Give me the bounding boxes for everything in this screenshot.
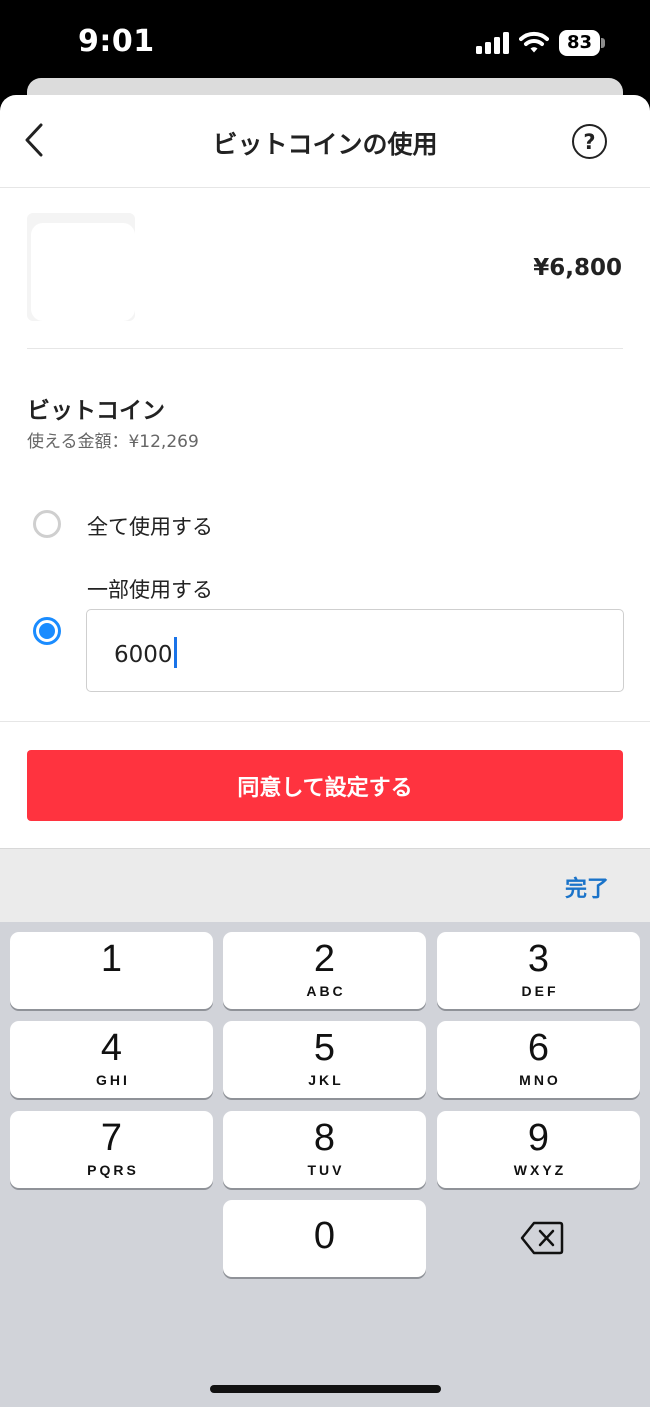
form-divider (0, 721, 650, 722)
radio-use-partial[interactable] (33, 617, 61, 645)
key-7[interactable]: 7 PQRS (10, 1111, 213, 1188)
amount-input[interactable]: 6000 (86, 609, 624, 692)
label-use-partial[interactable]: 一部使用する (87, 574, 213, 604)
question-circle-icon: ? (583, 129, 596, 154)
key-digit: 0 (313, 1215, 336, 1257)
key-digit: 4 (100, 1027, 123, 1069)
agree-and-set-button[interactable]: 同意して設定する (27, 750, 623, 821)
key-letters: GHI (96, 1072, 130, 1088)
status-bar: 9:01 83 (0, 0, 650, 90)
key-1[interactable]: 1 (10, 932, 213, 1009)
label-use-all[interactable]: 全て使用する (87, 511, 213, 541)
key-9[interactable]: 9 WXYZ (437, 1111, 640, 1188)
key-2[interactable]: 2 ABC (223, 932, 426, 1009)
key-letters: TUV (307, 1162, 345, 1178)
home-indicator[interactable] (210, 1385, 441, 1393)
battery-tip (601, 38, 605, 48)
item-thumbnail-cover (31, 223, 135, 321)
done-button[interactable]: 完了 (565, 871, 609, 903)
page-title: ビットコインの使用 (212, 130, 438, 159)
key-letters: JKL (308, 1072, 344, 1088)
item-price: ¥6,800 (533, 255, 622, 281)
key-letters: ABC (306, 983, 346, 999)
key-digit: 9 (527, 1117, 550, 1159)
bitcoin-section-title: ビットコイン (27, 398, 165, 424)
key-0[interactable]: 0 (223, 1200, 426, 1277)
numeric-keypad: 1 2 ABC 3 DEF 4 GHI 5 JKL 6 MNO 7 PQRS 8… (0, 922, 650, 1407)
key-4[interactable]: 4 GHI (10, 1021, 213, 1098)
help-button[interactable]: ? (572, 124, 607, 159)
battery-icon: 83 (559, 30, 605, 56)
key-digit: 7 (100, 1117, 123, 1159)
key-8[interactable]: 8 TUV (223, 1111, 426, 1188)
key-digit: 8 (313, 1117, 336, 1159)
key-letters: WXYZ (513, 1162, 567, 1178)
key-3[interactable]: 3 DEF (437, 932, 640, 1009)
key-letters: DEF (521, 983, 559, 999)
wifi-icon (519, 31, 549, 53)
key-digit: 6 (527, 1027, 550, 1069)
radio-use-all[interactable] (33, 510, 61, 538)
key-letters: PQRS (87, 1162, 139, 1178)
key-digit: 5 (313, 1027, 336, 1069)
status-time: 9:01 (78, 24, 155, 59)
key-digit: 2 (313, 938, 336, 980)
amount-text: 6000 (114, 642, 173, 668)
key-digit: 1 (100, 938, 123, 980)
key-digit: 3 (527, 938, 550, 980)
battery-level: 83 (566, 32, 593, 53)
key-5[interactable]: 5 JKL (223, 1021, 426, 1098)
item-divider (27, 348, 623, 349)
text-caret (173, 637, 177, 668)
backspace-icon[interactable] (520, 1220, 564, 1256)
keyboard-toolbar: 完了 (0, 848, 650, 922)
key-letters: MNO (519, 1072, 561, 1088)
phone-screen: 9:01 83 ビットコインの使用 ? ¥6,800 ビットコイン 使える金額：… (0, 0, 650, 1407)
signal-icon (476, 32, 509, 54)
available-amount: 使える金額：¥12,269 (27, 432, 199, 452)
key-6[interactable]: 6 MNO (437, 1021, 640, 1098)
agree-and-set-label: 同意して設定する (237, 775, 413, 801)
navigation-bar: ビットコインの使用 ? (0, 95, 650, 188)
amount-input-value: 6000 (114, 637, 177, 668)
